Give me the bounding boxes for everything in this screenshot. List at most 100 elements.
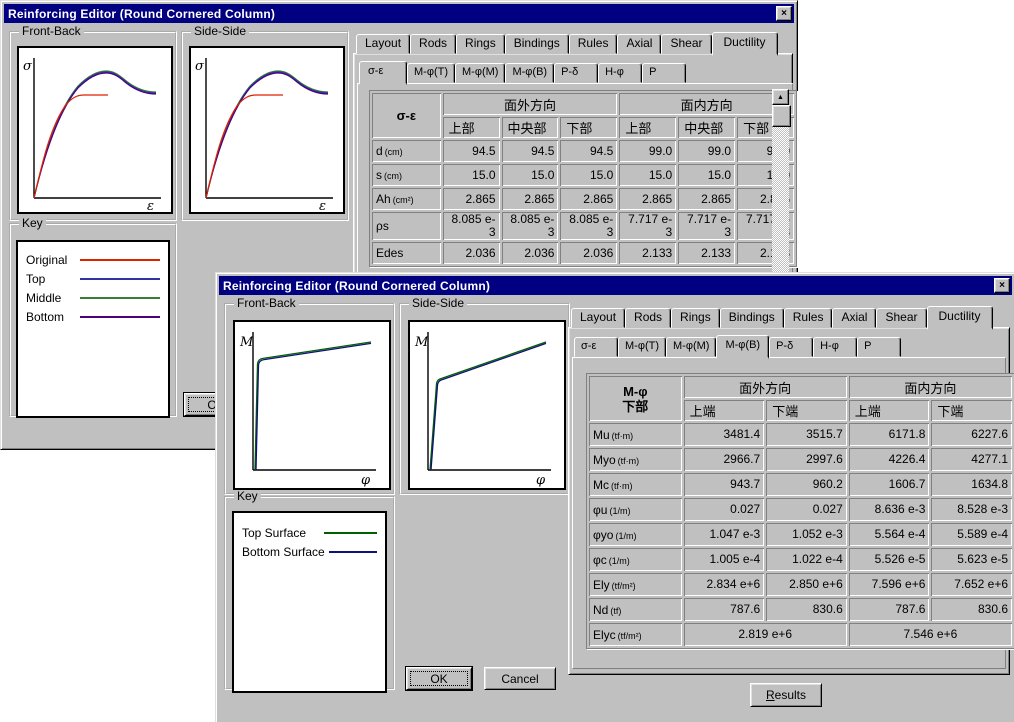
back-front-back-graph: σ ε xyxy=(17,46,173,214)
back-window-title: Reinforcing Editor (Round Cornered Colum… xyxy=(8,7,275,21)
front-tab-bindings[interactable]: Bindings xyxy=(720,308,784,328)
key-item: Bottom xyxy=(18,307,168,326)
scrollbar-thumb[interactable] xyxy=(772,105,791,127)
value-cell: 1634.8 xyxy=(931,473,1012,496)
back-subtab-m-b[interactable]: M-φ(B) xyxy=(505,63,554,83)
table-row: Elyc(tf/m²)2.819 e+67.546 e+6 xyxy=(589,623,1012,646)
value-cell: 15.0 xyxy=(560,164,617,186)
back-subtab-p[interactable]: P-δ xyxy=(554,63,598,83)
key-color-line xyxy=(80,297,160,299)
front-titlebar[interactable]: Reinforcing Editor (Round Cornered Colum… xyxy=(219,276,1012,295)
svg-text:σ: σ xyxy=(195,59,205,74)
column-group-header: 面外方向 xyxy=(684,376,847,398)
front-key-box: Top Surface Bottom Surface xyxy=(232,511,387,693)
close-icon[interactable]: × xyxy=(994,278,1010,293)
cancel-button[interactable]: Cancel xyxy=(484,667,556,690)
table-row: φu(1/m)0.0270.0278.636 e-38.528 e-3 xyxy=(589,498,1012,521)
value-cell: 2.865 xyxy=(678,188,735,210)
value-cell: 7.717 e-3 xyxy=(678,212,735,240)
row-label: Nd(tf) xyxy=(589,598,682,621)
back-subtab-p[interactable]: P xyxy=(642,63,686,83)
front-tab-rings[interactable]: Rings xyxy=(671,308,720,328)
front-subtab-p[interactable]: P xyxy=(857,337,901,357)
back-front-back-label: Front-Back xyxy=(19,25,84,38)
value-cell: 8.085 e-3 xyxy=(502,212,559,240)
back-tab-rules[interactable]: Rules xyxy=(569,34,618,54)
value-cell: 7.717 e-3 xyxy=(619,212,676,240)
bottom-curve xyxy=(34,73,156,198)
value-cell: 2966.7 xyxy=(684,448,765,471)
back-tab-bindings[interactable]: Bindings xyxy=(505,34,569,54)
back-key-group: Key OriginalTopMiddleBottom xyxy=(9,223,177,417)
front-key-group: Key Top SurfaceBottom Surface xyxy=(224,496,395,690)
key-item-label: Bottom Surface xyxy=(242,545,325,559)
value-cell: 6227.6 xyxy=(931,423,1012,446)
back-side-side-label: Side-Side xyxy=(191,25,249,38)
bottom-curve xyxy=(206,73,328,198)
back-front-back-group: Front-Back σ ε xyxy=(9,31,177,221)
value-cell: 8.636 e-3 xyxy=(849,498,930,521)
row-label: ρs xyxy=(372,212,441,240)
value-cell: 2.036 xyxy=(502,242,559,264)
front-subtab-p[interactable]: P-δ xyxy=(769,337,813,357)
back-tab-ductility[interactable]: Ductility xyxy=(712,32,778,56)
table-row: s(cm)15.015.015.015.015.015.0 xyxy=(372,164,794,186)
table-row: Edes2.0362.0362.0362.1332.1332.133 xyxy=(372,242,794,264)
value-cell: 1.047 e-3 xyxy=(684,523,765,546)
value-cell: 94.5 xyxy=(502,140,559,162)
front-side-side-group: Side-Side M φ xyxy=(399,303,570,495)
key-item: Top Surface xyxy=(234,523,385,542)
column-header: 下端 xyxy=(931,400,1012,421)
value-cell: 8.528 e-3 xyxy=(931,498,1012,521)
front-subtab-h[interactable]: H-φ xyxy=(813,337,857,357)
key-color-line xyxy=(80,316,160,318)
table-row: Ah(cm²)2.8652.8652.8652.8652.8652.865 xyxy=(372,188,794,210)
front-side-side-graph: M φ xyxy=(408,320,566,490)
front-tab-rules[interactable]: Rules xyxy=(784,308,833,328)
table-row: Ely(tf/m²)2.834 e+62.850 e+67.596 e+67.6… xyxy=(589,573,1012,596)
value-cell: 15.0 xyxy=(619,164,676,186)
ok-button[interactable]: OK xyxy=(406,667,472,690)
front-subtab-m-b[interactable]: M-φ(B) xyxy=(716,335,769,359)
value-cell: 1.052 e-3 xyxy=(766,523,847,546)
back-subtab-m-t[interactable]: M-φ(T) xyxy=(407,63,455,83)
back-subtab-h[interactable]: H-φ xyxy=(598,63,642,83)
back-tab-layout[interactable]: Layout xyxy=(356,34,410,54)
value-cell: 15.0 xyxy=(678,164,735,186)
front-front-back-group: Front-Back M φ xyxy=(224,303,395,495)
results-button[interactable]: Results xyxy=(750,683,822,707)
front-tab-shear[interactable]: Shear xyxy=(876,308,926,328)
back-tab-shear[interactable]: Shear xyxy=(661,34,711,54)
front-tab-rods[interactable]: Rods xyxy=(625,308,671,328)
back-tab-rings[interactable]: Rings xyxy=(456,34,505,54)
back-tab-rods[interactable]: Rods xyxy=(410,34,456,54)
value-cell: 943.7 xyxy=(684,473,765,496)
front-tab-ductility[interactable]: Ductility xyxy=(927,306,993,330)
back-subtab-m-m[interactable]: M-φ(M) xyxy=(455,63,505,83)
close-icon[interactable]: × xyxy=(776,6,792,21)
back-main-tabs: LayoutRodsRingsBindingsRulesAxialShearDu… xyxy=(356,32,778,54)
value-cell: 6171.8 xyxy=(849,423,930,446)
back-subtab-[interactable]: σ-ε xyxy=(359,61,407,85)
front-subtab-m-m[interactable]: M-φ(M) xyxy=(666,337,716,357)
value-cell: 2.036 xyxy=(443,242,500,264)
key-item-label: Top Surface xyxy=(242,526,320,540)
row-label: d(cm) xyxy=(372,140,441,162)
value-cell: 1.005 e-4 xyxy=(684,548,765,571)
front-tab-axial[interactable]: Axial xyxy=(832,308,876,328)
front-tab-layout[interactable]: Layout xyxy=(571,308,625,328)
back-tab-axial[interactable]: Axial xyxy=(617,34,661,54)
front-subtab-m-t[interactable]: M-φ(T) xyxy=(618,337,666,357)
back-titlebar[interactable]: Reinforcing Editor (Round Cornered Colum… xyxy=(4,4,794,23)
row-label: φu(1/m) xyxy=(589,498,682,521)
value-cell: 3481.4 xyxy=(684,423,765,446)
value-cell: 2.036 xyxy=(560,242,617,264)
table-corner-header: M-φ下部 xyxy=(589,376,682,421)
value-cell: 0.027 xyxy=(766,498,847,521)
key-item: Original xyxy=(18,250,168,269)
value-cell: 4277.1 xyxy=(931,448,1012,471)
front-subtab-[interactable]: σ-ε xyxy=(574,337,618,357)
scroll-up-icon[interactable]: ▲ xyxy=(772,89,789,105)
front-main-tabs: LayoutRodsRingsBindingsRulesAxialShearDu… xyxy=(571,306,993,328)
value-cell: 2997.6 xyxy=(766,448,847,471)
